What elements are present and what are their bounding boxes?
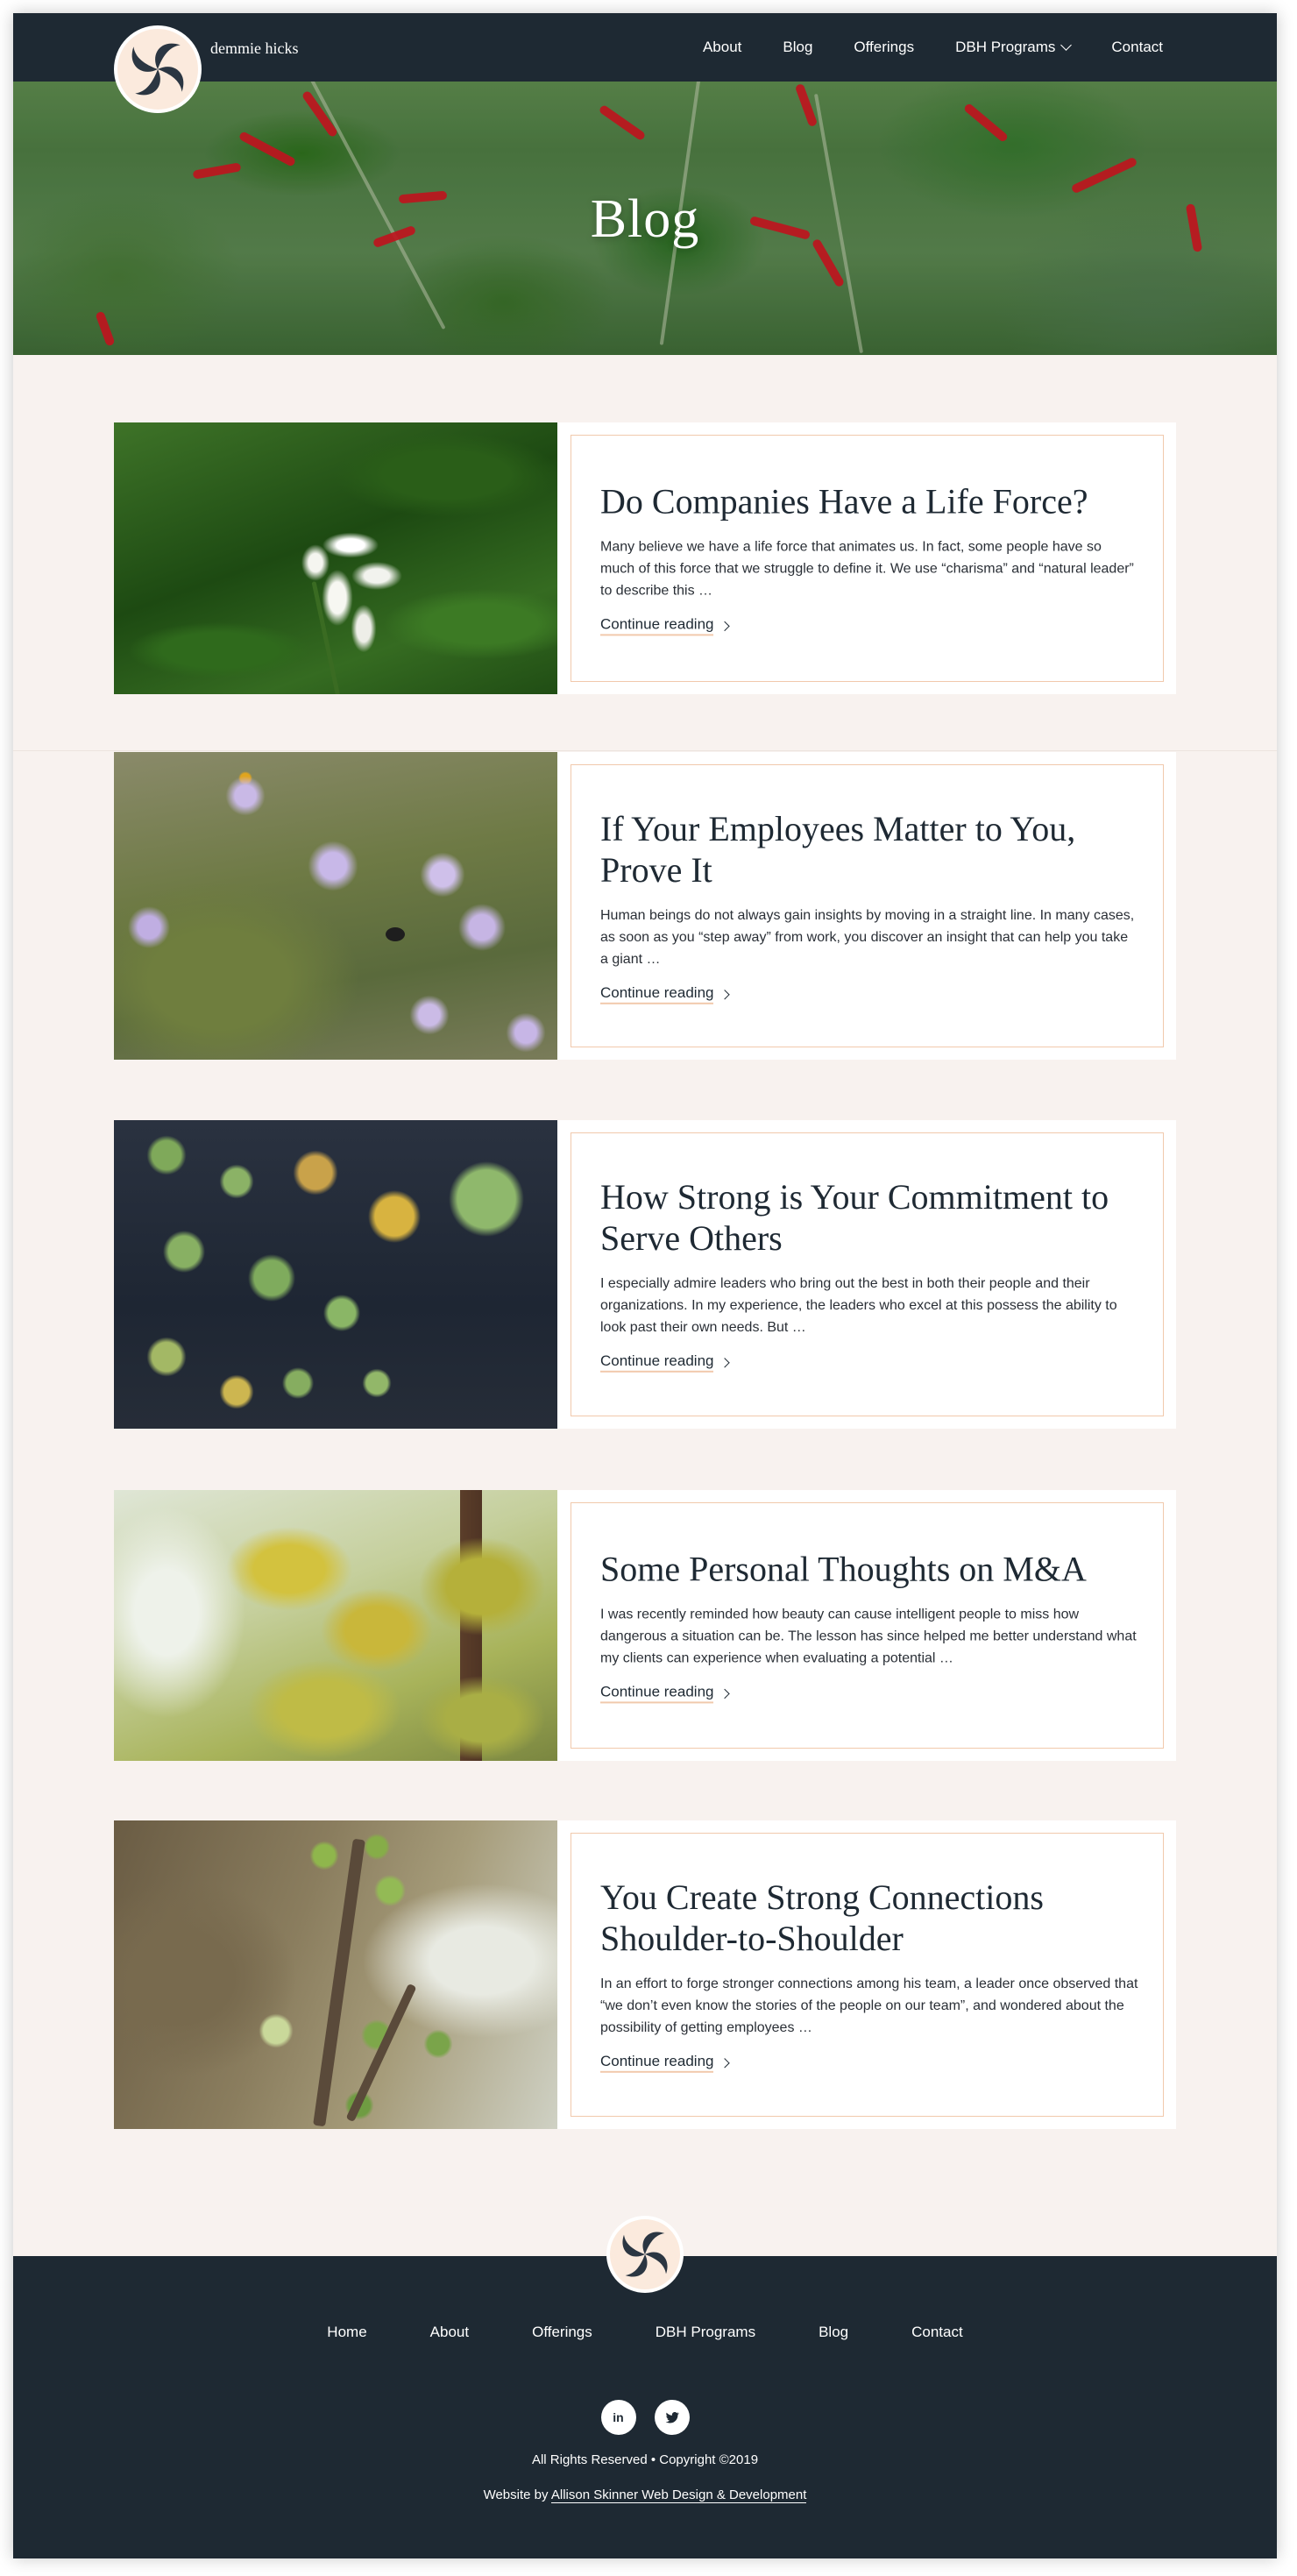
post-excerpt: Human beings do not always gain insights… [600,907,1135,967]
credit-link[interactable]: Allison Skinner Web Design & Development [550,2487,807,2503]
continue-reading-label: Continue reading [600,2053,714,2074]
chevron-right-icon [719,621,731,632]
post-summary: Do Companies Have a Life Force? Many bel… [571,435,1164,682]
bee [386,927,405,941]
post-image-ginkgo-leaves[interactable] [114,1490,557,1761]
nav-item-offerings[interactable]: Offerings [854,39,914,56]
post-image-lily-pads[interactable] [114,1120,557,1429]
nav-item-dbh-programs[interactable]: DBH Programs [955,39,1073,56]
continue-reading-link[interactable]: Continue reading [600,984,731,1004]
chevron-right-icon [719,2058,731,2069]
nav-item-contact[interactable]: Contact [1111,39,1163,56]
post-image-purple-asters[interactable] [114,752,557,1060]
blog-post-card: You Create Strong Connections Shoulder-t… [114,1820,1176,2129]
chevron-right-icon [719,1358,731,1368]
fig-branch [345,1983,417,2123]
post-excerpt: I was recently reminded how beauty can c… [600,1607,1137,1666]
continue-reading-link[interactable]: Continue reading [600,1683,731,1704]
flower-stem [311,581,342,694]
site-footer: Home About Offerings DBH Programs Blog C… [13,2256,1277,2558]
footer-nav-about[interactable]: About [430,2324,469,2341]
fig-branch [313,1838,365,2127]
nav-item-about[interactable]: About [703,39,741,56]
continue-reading-label: Continue reading [600,1352,714,1373]
twitter-glyph [665,2412,679,2423]
post-image-fig-branch[interactable] [114,1820,557,2129]
chevron-down-icon [1060,39,1073,51]
credit-prefix: Website by [483,2487,549,2502]
top-navigation-bar: demmie hicks About Blog Offerings DBH Pr… [13,13,1277,82]
site-credit: Website by Allison Skinner Web Design & … [13,2487,1277,2503]
continue-reading-link[interactable]: Continue reading [600,1352,731,1373]
post-title[interactable]: Some Personal Thoughts on M&A [600,1548,1138,1589]
linkedin-glyph: in [613,2410,624,2424]
post-title[interactable]: If Your Employees Matter to You, Prove I… [600,807,1138,890]
post-summary: You Create Strong Connections Shoulder-t… [571,1833,1164,2117]
footer-nav-contact[interactable]: Contact [911,2324,963,2341]
continue-reading-label: Continue reading [600,616,714,636]
post-summary: How Strong is Your Commitment to Serve O… [571,1132,1164,1416]
blog-post-card: How Strong is Your Commitment to Serve O… [114,1120,1176,1429]
post-title[interactable]: How Strong is Your Commitment to Serve O… [600,1176,1138,1259]
post-summary: Some Personal Thoughts on M&A I was rece… [571,1502,1164,1749]
post-summary: If Your Employees Matter to You, Prove I… [571,764,1164,1047]
continue-reading-label: Continue reading [600,984,714,1004]
nav-item-blog[interactable]: Blog [783,39,812,56]
brand-name[interactable]: demmie hicks [210,39,298,58]
footer-nav: Home About Offerings DBH Programs Blog C… [13,2324,1277,2341]
main-nav: About Blog Offerings DBH Programs Contac… [703,13,1163,82]
copyright-text: All Rights Reserved • Copyright ©2019 [531,2452,759,2467]
footer-nav-home[interactable]: Home [327,2324,366,2341]
post-excerpt: Many believe we have a life force that a… [600,539,1134,599]
social-links: in [13,2400,1277,2435]
chevron-right-icon [719,990,731,1000]
linkedin-icon[interactable]: in [600,2400,636,2435]
post-excerpt: In an effort to forge stronger connectio… [600,1976,1138,2036]
continue-reading-link[interactable]: Continue reading [600,2053,731,2074]
continue-reading-label: Continue reading [600,1683,714,1704]
blog-post-card: If Your Employees Matter to You, Prove I… [114,752,1176,1060]
footer-logo[interactable] [606,2216,684,2293]
blog-post-card: Some Personal Thoughts on M&A I was rece… [114,1490,1176,1761]
page-title: Blog [590,189,700,249]
section-divider [13,750,1277,751]
continue-reading-link[interactable]: Continue reading [600,616,731,636]
post-image-white-flower[interactable] [114,422,557,694]
blog-post-card: Do Companies Have a Life Force? Many bel… [114,422,1176,694]
chevron-right-icon [719,1688,731,1699]
site-logo[interactable] [114,25,202,113]
swirl-logo-icon [622,2232,668,2277]
footer-nav-blog[interactable]: Blog [819,2324,848,2341]
swirl-logo-icon [131,43,184,96]
twitter-icon[interactable] [654,2400,690,2435]
post-excerpt: I especially admire leaders who bring ou… [600,1276,1117,1336]
post-title[interactable]: You Create Strong Connections Shoulder-t… [600,1877,1138,1959]
footer-nav-offerings[interactable]: Offerings [532,2324,592,2341]
post-title[interactable]: Do Companies Have a Life Force? [600,480,1138,522]
footer-nav-dbh-programs[interactable]: DBH Programs [656,2324,755,2341]
page: Blog demmie hicks About Blog Offerings D… [13,13,1277,2558]
nav-item-dbh-programs-label: DBH Programs [955,39,1056,55]
